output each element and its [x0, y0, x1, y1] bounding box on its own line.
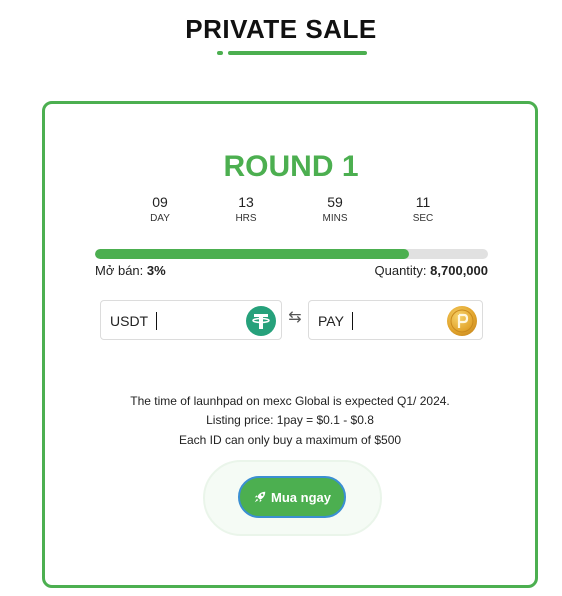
countdown-hours-value: 13	[238, 194, 254, 210]
info-max-buy-text: Each ID can only buy a maximum of $500	[178, 433, 402, 447]
countdown-days-value: 09	[152, 194, 168, 210]
text-caret	[352, 312, 353, 330]
tether-icon	[246, 306, 276, 336]
countdown-hours: 13 HRS	[206, 194, 286, 225]
countdown-seconds: 11 SEC	[383, 194, 463, 225]
usdt-amount-input[interactable]: USDT	[100, 300, 282, 340]
countdown-minutes-label: MINS	[322, 213, 348, 224]
pay-coin-icon	[447, 306, 477, 336]
sale-progress-bar	[95, 249, 488, 259]
pay-currency-label: PAY	[318, 313, 344, 329]
swap-arrows-icon[interactable]: ⇆	[286, 309, 304, 327]
countdown-minutes-value: 59	[327, 194, 343, 210]
title-underline-dot	[217, 51, 223, 55]
sold-label: Mở bán:	[95, 263, 144, 278]
quantity-stat: Quantity: 8,700,000	[375, 263, 489, 278]
sold-value: 3%	[146, 263, 166, 278]
sold-stat: Mở bán: 3%	[95, 263, 166, 278]
quantity-label: Quantity:	[374, 263, 427, 278]
info-launchpad-text: The time of launhpad on mexc Global is e…	[130, 394, 450, 408]
sale-progress-fill	[95, 249, 410, 259]
usdt-currency-label: USDT	[110, 313, 149, 329]
text-caret	[156, 312, 157, 330]
page-title: PRIVATE SALE	[185, 14, 377, 44]
title-underline-bar	[228, 51, 367, 55]
countdown-minutes: 59 MINS	[295, 194, 375, 225]
countdown-days-label: DAY	[150, 213, 170, 224]
pay-amount-input[interactable]: PAY	[308, 300, 483, 340]
rocket-icon	[254, 491, 266, 503]
quantity-value: 8,700,000	[430, 263, 488, 278]
round-title: ROUND 1	[223, 150, 359, 183]
countdown-hours-label: HRS	[235, 213, 257, 224]
buy-now-button[interactable]: Mua ngay	[238, 476, 346, 518]
countdown-seconds-value: 11	[415, 194, 431, 210]
buy-now-label: Mua ngay	[271, 489, 331, 505]
countdown-seconds-label: SEC	[412, 213, 434, 224]
info-listing-price-text: Listing price: 1pay = $0.1 - $0.8	[206, 413, 374, 427]
countdown-days: 09 DAY	[120, 194, 200, 225]
